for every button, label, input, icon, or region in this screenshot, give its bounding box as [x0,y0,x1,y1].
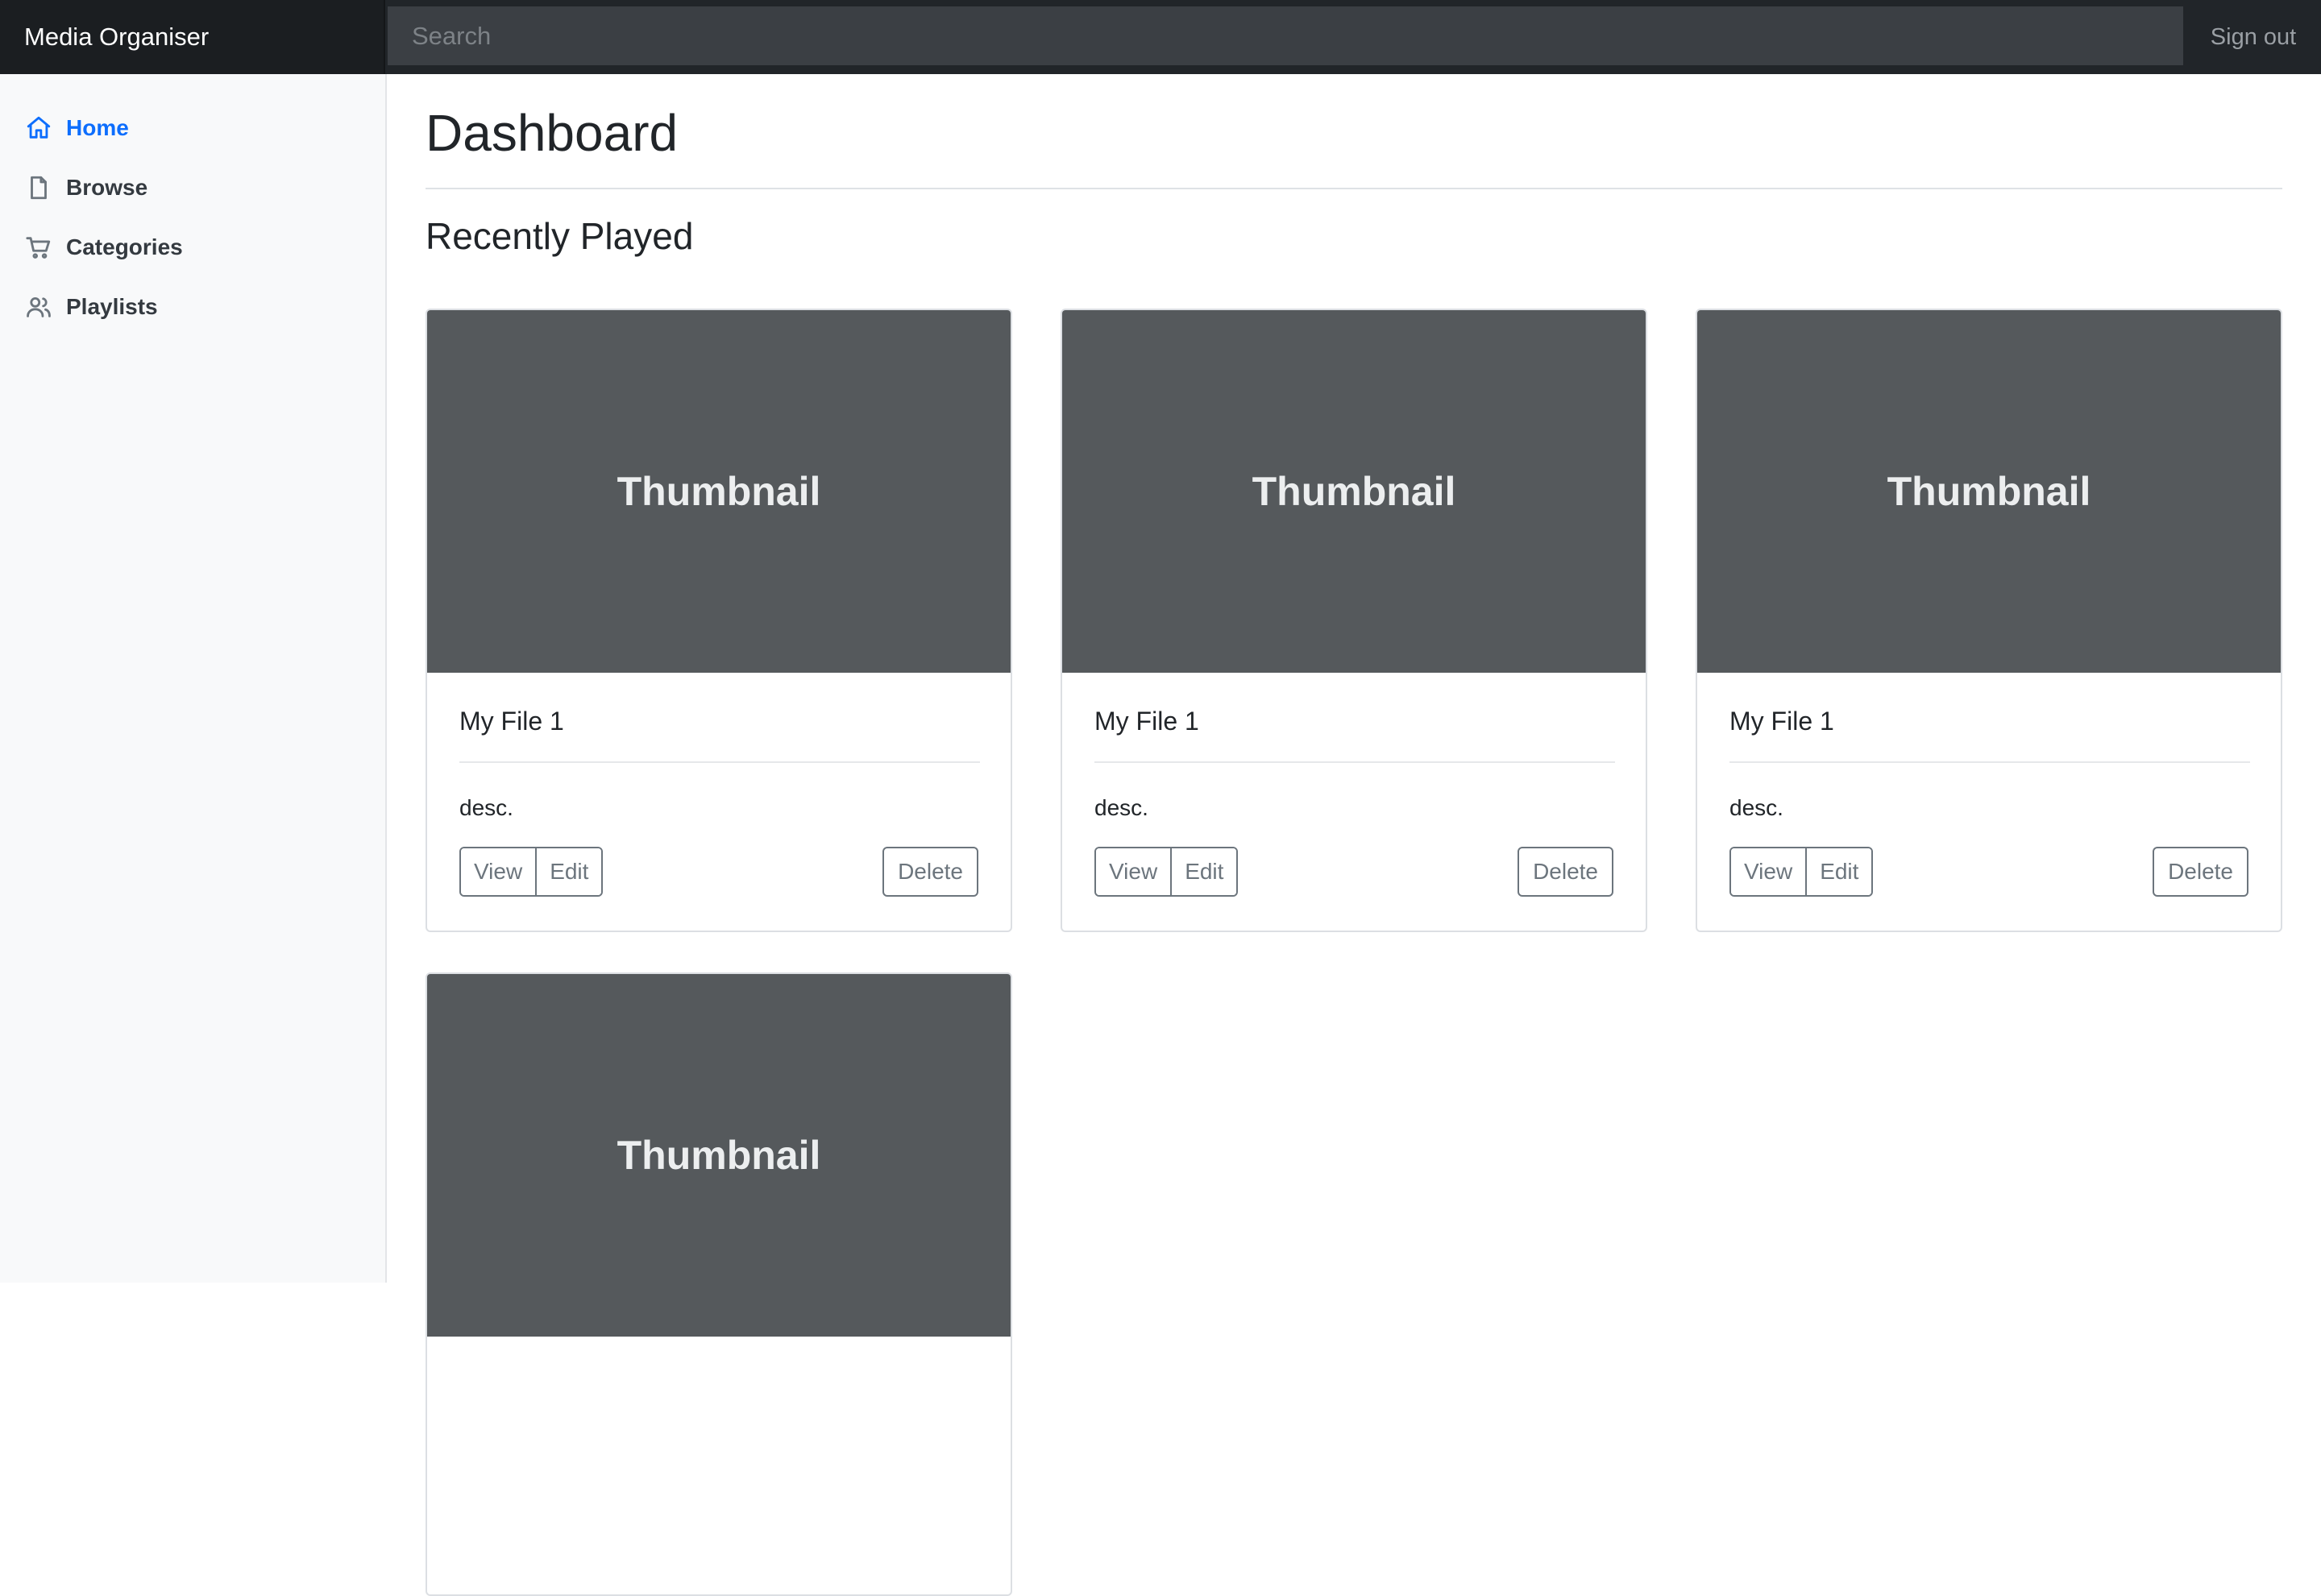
edit-button[interactable]: Edit [1805,848,1872,895]
sidebar-item-label: Browse [66,175,148,200]
view-button[interactable]: View [1096,848,1171,895]
card-button-group: View Edit [1729,847,1874,897]
thumbnail[interactable]: Thumbnail [1062,310,1646,673]
view-button[interactable]: View [1731,848,1806,895]
sidebar-item-label: Playlists [66,294,158,319]
delete-button[interactable]: Delete [882,847,978,897]
card-description: desc. [1729,795,1783,820]
edit-button[interactable]: Edit [535,848,602,895]
search-input[interactable] [388,6,2183,65]
file-icon [24,173,53,202]
sidebar-item-label: Categories [66,234,183,259]
sidebar: Home Browse Categories Playlists [0,74,387,1283]
sidebar-item-playlists[interactable]: Playlists [0,277,385,337]
brand-title[interactable]: Media Organiser [0,0,385,74]
card-button-group: View Edit [1094,847,1239,897]
sign-out-link[interactable]: Sign out [2186,0,2321,74]
card-description: desc. [459,795,513,820]
view-button[interactable]: View [461,848,536,895]
page-title: Dashboard [426,104,679,162]
card-divider [459,761,980,763]
media-card: Thumbnail [426,972,1012,1596]
edit-button[interactable]: Edit [1170,848,1237,895]
card-title: My File 1 [1094,707,1199,736]
card-title: My File 1 [459,707,564,736]
home-icon [24,114,53,143]
delete-button[interactable]: Delete [2153,847,2248,897]
card-title: My File 1 [1729,707,1834,736]
thumbnail[interactable]: Thumbnail [427,310,1011,673]
top-navbar: Media Organiser Sign out [0,0,2321,74]
users-icon [24,292,53,321]
sidebar-item-home[interactable]: Home [0,98,385,158]
card-divider [1729,761,2250,763]
sidebar-item-categories[interactable]: Categories [0,218,385,277]
cart-icon [24,233,53,262]
sidebar-item-label: Home [66,115,129,140]
media-card: Thumbnail My File 1 desc. View Edit Dele… [426,309,1012,932]
thumbnail[interactable]: Thumbnail [1697,310,2281,673]
title-divider [426,188,2282,189]
main-content: Dashboard Recently Played Thumbnail My F… [426,74,2282,1596]
media-card: Thumbnail My File 1 desc. View Edit Dele… [1696,309,2282,932]
delete-button[interactable]: Delete [1518,847,1613,897]
section-title: Recently Played [426,215,694,257]
media-card: Thumbnail My File 1 desc. View Edit Dele… [1061,309,1647,932]
sidebar-item-browse[interactable]: Browse [0,158,385,218]
card-button-group: View Edit [459,847,604,897]
card-description: desc. [1094,795,1148,820]
card-divider [1094,761,1615,763]
